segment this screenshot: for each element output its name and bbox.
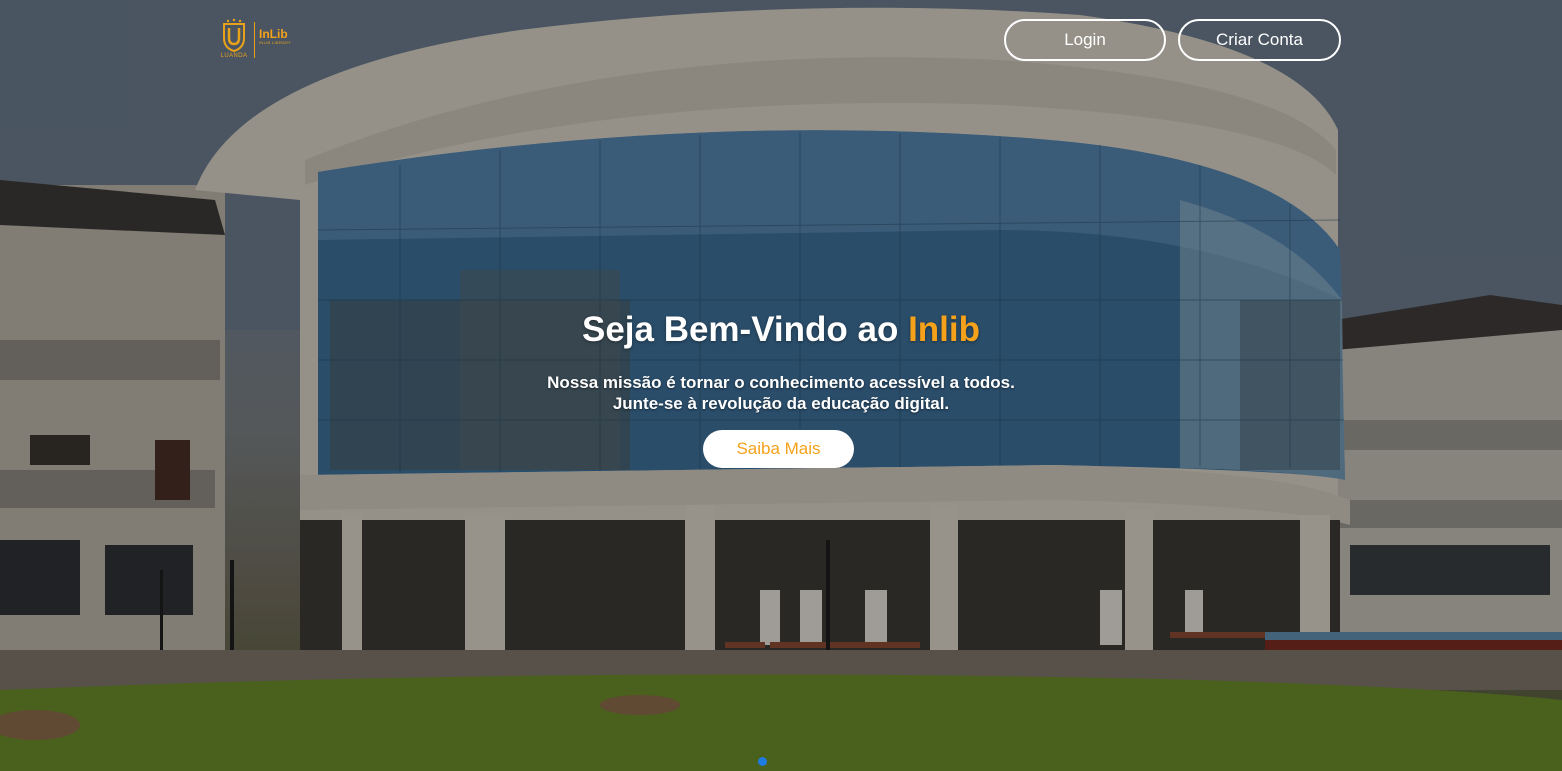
hero-section: LUANDA InLib INLIB LIBRARY Login Criar C… bbox=[0, 0, 1562, 771]
carousel-indicator-dot[interactable] bbox=[758, 757, 767, 766]
logo-brand-name: InLib bbox=[259, 27, 288, 41]
hero-mission-text: Nossa missão é tornar o conhecimento ace… bbox=[0, 372, 1562, 414]
hero-headline: Seja Bem-Vindo ao Inlib bbox=[0, 310, 1562, 350]
crest-caption: LUANDA bbox=[220, 53, 248, 59]
inlib-logo[interactable]: LUANDA InLib INLIB LIBRARY bbox=[218, 18, 298, 64]
mission-line-2: Junte-se à revolução da educação digital… bbox=[612, 394, 950, 413]
logo-brand: InLib INLIB LIBRARY bbox=[259, 28, 291, 46]
logo-divider bbox=[254, 22, 255, 58]
learn-more-button[interactable]: Saiba Mais bbox=[703, 430, 854, 468]
logo-brand-subtitle: INLIB LIBRARY bbox=[259, 40, 292, 45]
hero-headline-accent: Inlib bbox=[908, 310, 981, 349]
login-button[interactable]: Login bbox=[1004, 19, 1166, 61]
create-account-button[interactable]: Criar Conta bbox=[1178, 19, 1341, 61]
mission-line-1: Nossa missão é tornar o conhecimento ace… bbox=[547, 373, 1015, 392]
hero-headline-prefix: Seja Bem-Vindo ao bbox=[581, 310, 909, 349]
